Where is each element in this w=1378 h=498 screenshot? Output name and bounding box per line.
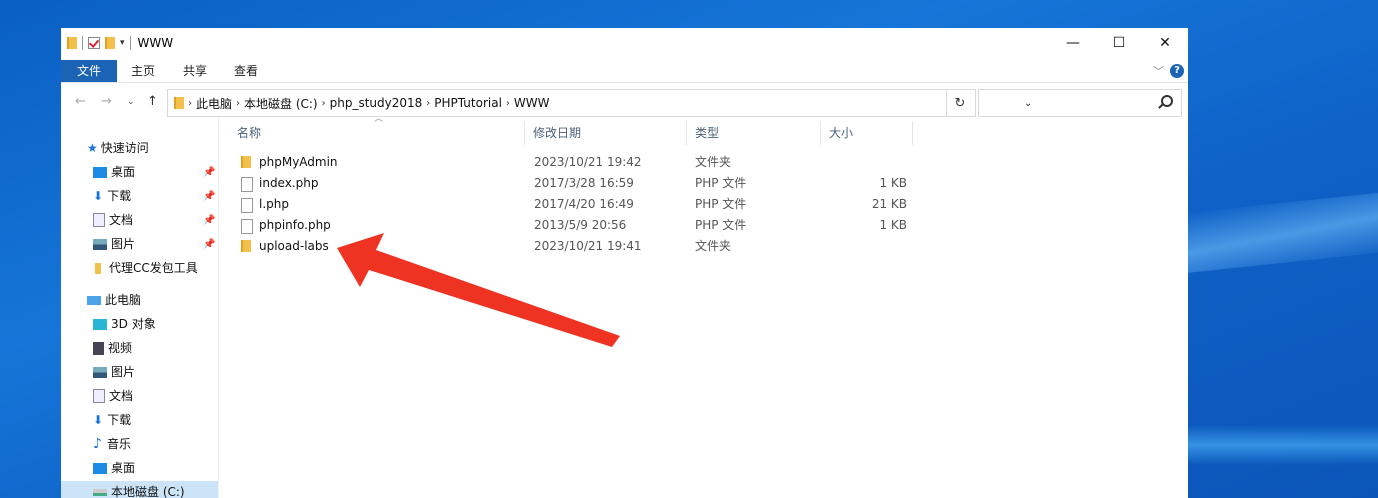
annotation-arrow (337, 233, 620, 347)
red-arrow-icon (337, 233, 620, 347)
